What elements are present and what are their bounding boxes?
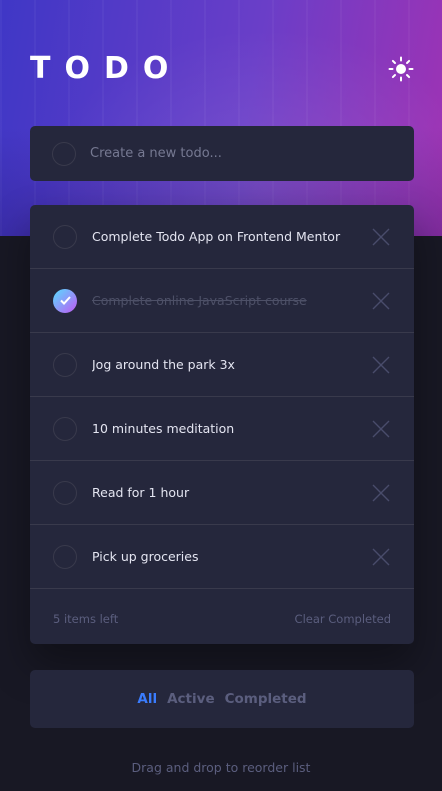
todo-item[interactable]: Pick up groceries: [30, 525, 414, 589]
todo-item[interactable]: Complete Todo App on Frontend Mentor: [30, 205, 414, 269]
todo-item[interactable]: Complete online JavaScript course: [30, 269, 414, 333]
todo-text: 10 minutes meditation: [92, 421, 235, 436]
todo-item[interactable]: Jog around the park 3x: [30, 333, 414, 397]
filter-all-button[interactable]: All: [137, 691, 157, 707]
todo-check-circle[interactable]: [53, 480, 77, 505]
check-icon: [59, 296, 71, 305]
new-todo-input[interactable]: [90, 138, 414, 169]
todo-text: Jog around the park 3x: [92, 357, 235, 372]
drag-drop-hint: Drag and drop to reorder list: [131, 760, 311, 775]
filter-bar: All Active Completed: [30, 670, 414, 728]
todo-text: Read for 1 hour: [92, 485, 190, 500]
theme-toggle-button[interactable]: [386, 54, 416, 84]
close-icon[interactable]: [372, 420, 390, 438]
todo-check-circle[interactable]: [53, 544, 77, 569]
close-icon[interactable]: [372, 228, 390, 246]
todo-text: Pick up groceries: [92, 549, 199, 564]
todo-item[interactable]: Read for 1 hour: [30, 461, 414, 525]
list-footer: 5 items left Clear Completed: [30, 589, 414, 649]
todo-check-circle-checked[interactable]: [53, 288, 77, 313]
close-icon[interactable]: [372, 548, 390, 566]
app-title: TODO: [30, 51, 183, 86]
filter-completed-button[interactable]: Completed: [225, 691, 307, 707]
filter-active-button[interactable]: Active: [167, 691, 215, 707]
todo-text: Complete online JavaScript course: [92, 293, 307, 308]
todo-item[interactable]: 10 minutes meditation: [30, 397, 414, 461]
todo-check-circle[interactable]: [53, 416, 77, 441]
todo-text: Complete Todo App on Frontend Mentor: [92, 229, 341, 244]
close-icon[interactable]: [372, 292, 390, 310]
header-background-image: [0, 0, 442, 236]
items-left-count: 5 items left: [53, 612, 119, 626]
new-todo-card: [30, 126, 414, 181]
todo-check-circle[interactable]: [53, 352, 77, 377]
new-todo-check-circle[interactable]: [52, 141, 76, 166]
sun-icon: [388, 56, 414, 82]
todo-list: Complete Todo App on Frontend Mentor Com…: [30, 205, 414, 644]
close-icon[interactable]: [372, 484, 390, 502]
todo-check-circle[interactable]: [53, 224, 77, 249]
clear-completed-button[interactable]: Clear Completed: [295, 612, 391, 626]
close-icon[interactable]: [372, 356, 390, 374]
